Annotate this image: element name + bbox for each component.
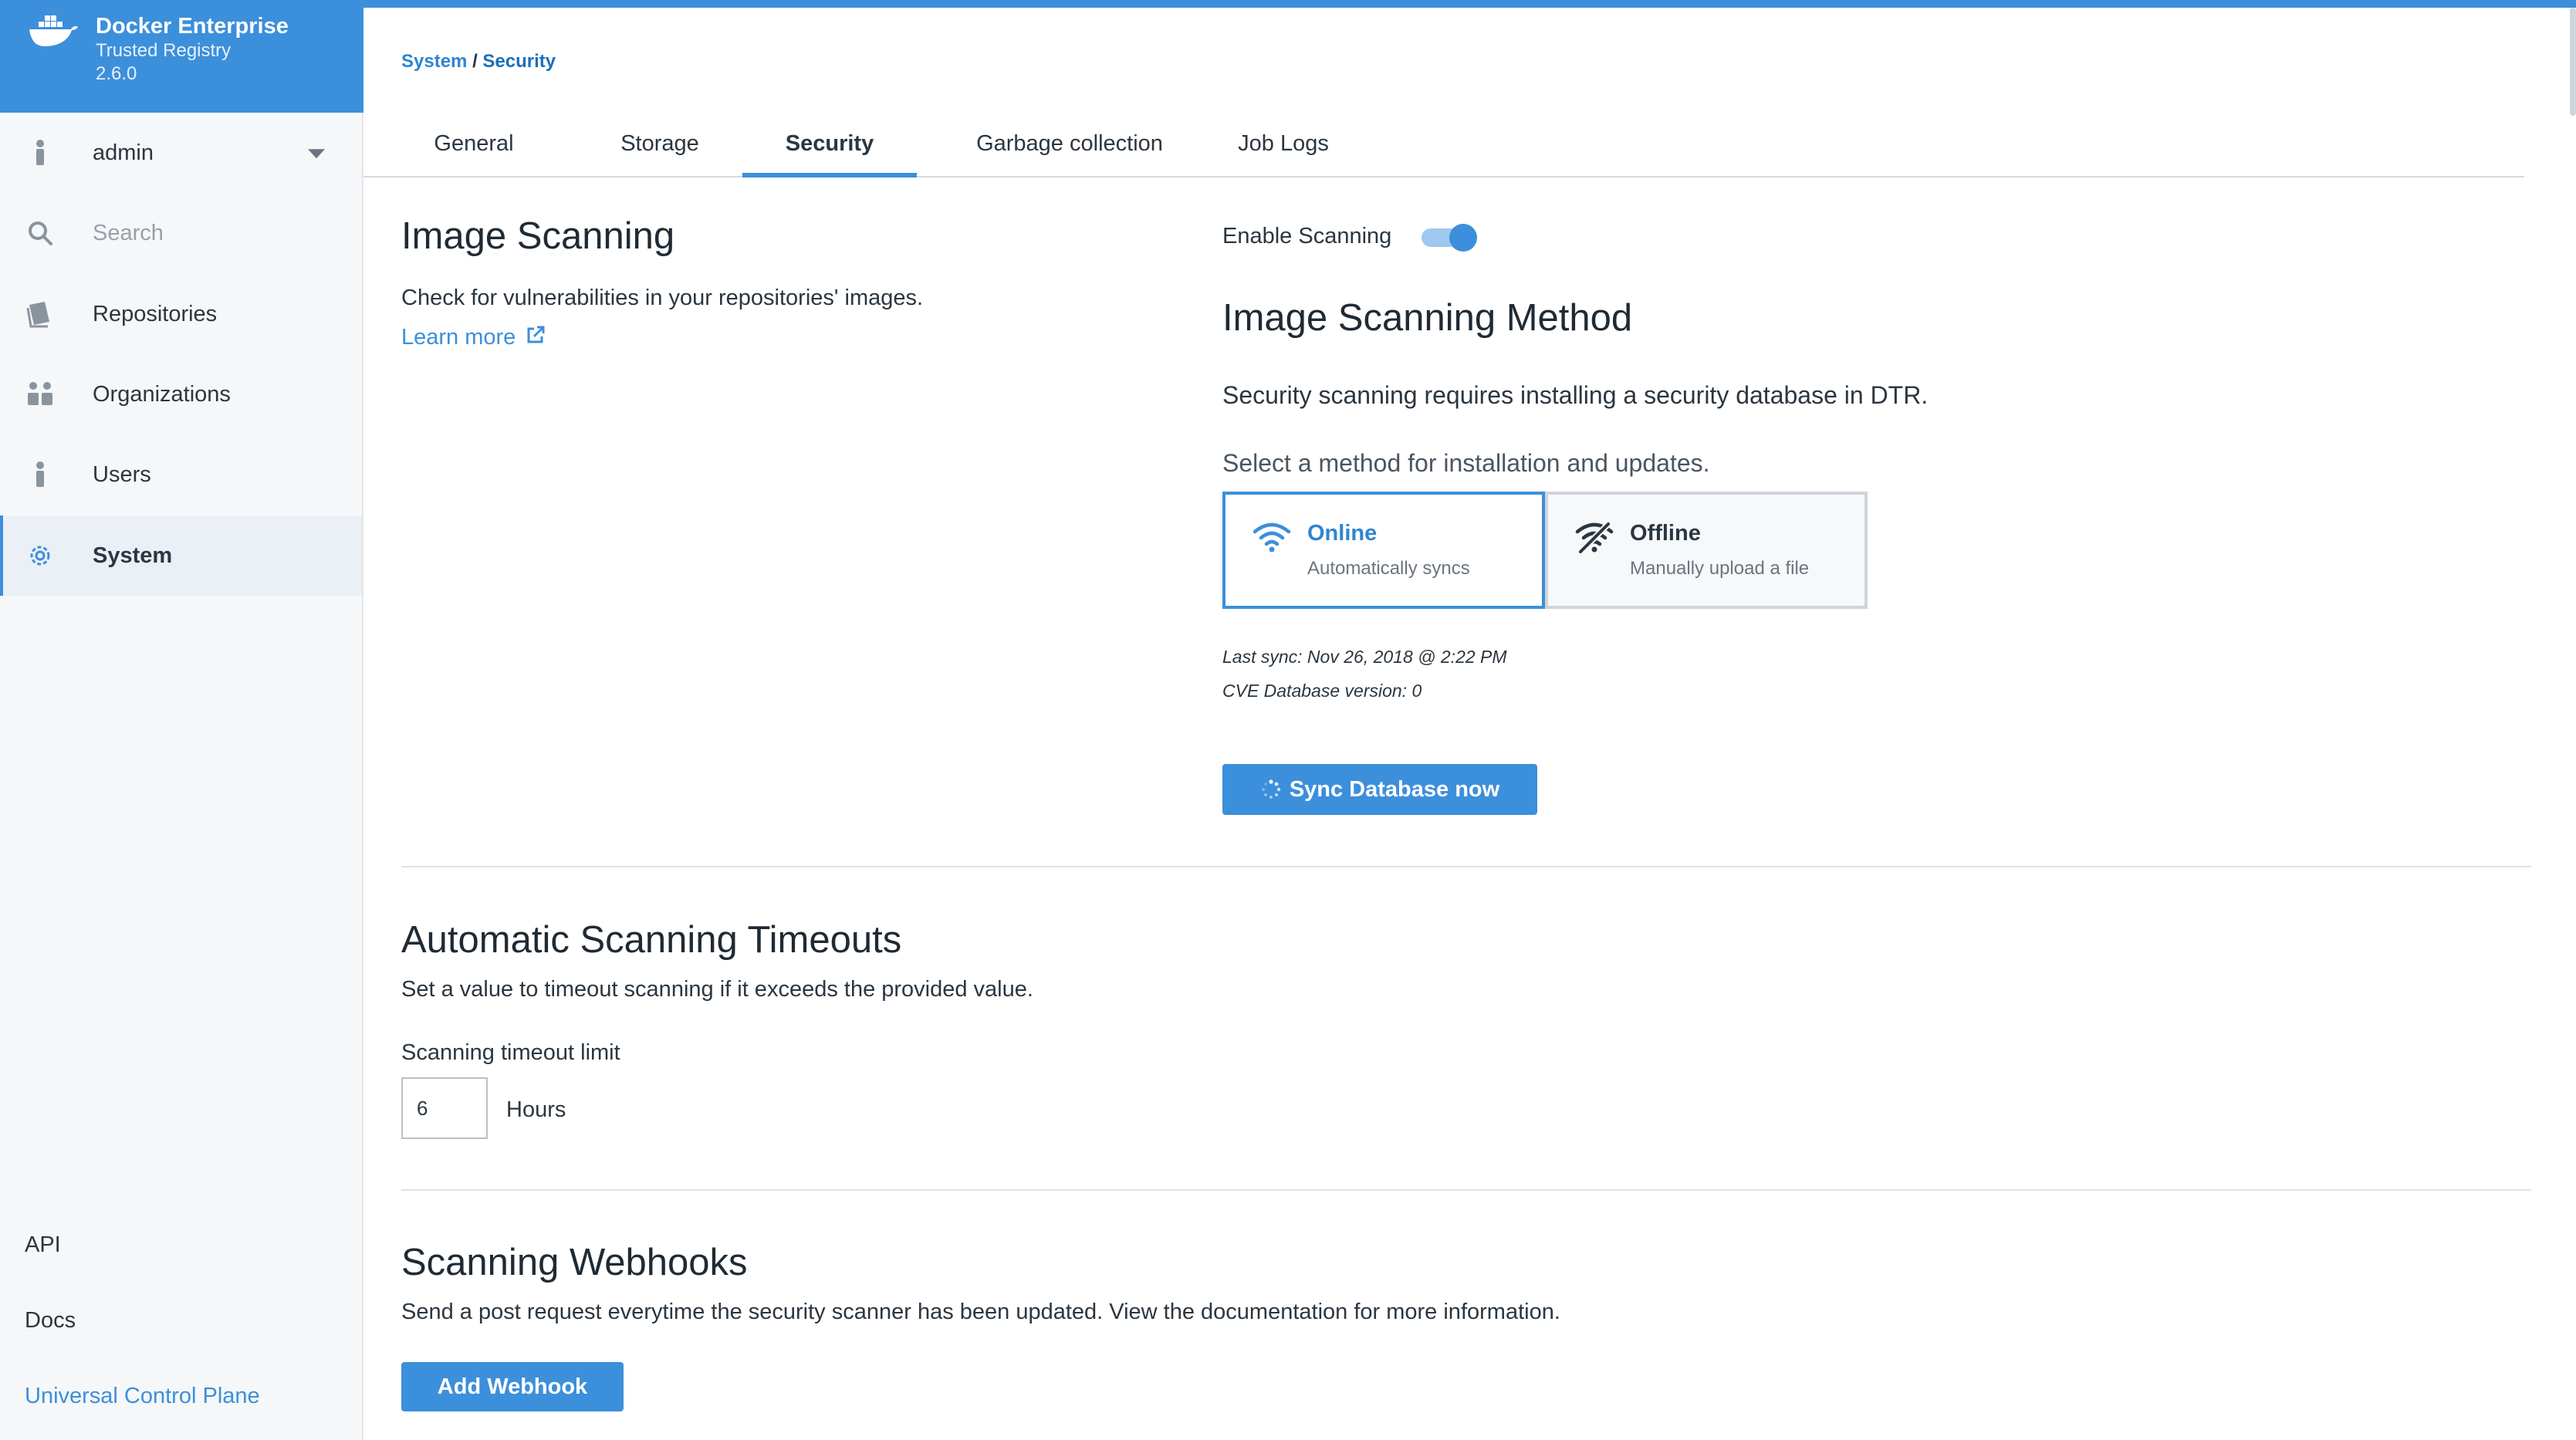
tab-storage[interactable]: Storage [604,116,715,177]
method-offline-card[interactable]: Offline Manually upload a file [1545,492,1868,609]
top-accent-bar [363,0,2576,8]
repositories-icon [23,297,57,331]
breadcrumb-parent[interactable]: System [401,51,467,72]
tab-garbage-collection[interactable]: Garbage collection [950,116,1189,177]
webhooks-description: Send a post request everytime the securi… [401,1300,1560,1324]
image-scanning-title: Image Scanning [401,215,675,257]
toggle-knob [1449,224,1477,252]
brand-subtitle: Trusted Registry [96,40,232,61]
chevron-down-icon [308,149,325,159]
settings-tabs: General Storage Security Garbage collect… [363,116,2524,177]
user-menu[interactable]: admin [0,113,362,193]
sidebar-item-repositories[interactable]: Repositories [0,274,362,354]
enable-scanning-label: Enable Scanning [1222,224,1392,248]
sidebar-item-label: Organizations [93,381,231,407]
timeout-unit-label: Hours [506,1097,566,1122]
docker-whale-icon [29,15,78,46]
timeouts-title: Automatic Scanning Timeouts [401,919,902,961]
scanning-method-description: Security scanning requires installing a … [1222,381,1929,409]
organizations-icon [23,377,57,411]
sidebar-item-label: Repositories [93,301,218,326]
brand-header[interactable]: Docker Enterprise Trusted Registry 2.6.0 [0,0,363,113]
add-webhook-button[interactable]: Add Webhook [401,1362,624,1411]
spinner-icon [1262,779,1281,799]
external-link-icon [527,326,545,343]
method-offline-subtitle: Manually upload a file [1630,558,1810,579]
enable-scanning-toggle[interactable] [1422,224,1477,252]
cve-version-text: CVE Database version: 0 [1222,681,1422,701]
sidebar-item-label: Users [93,461,151,487]
tab-general[interactable]: General [425,116,522,177]
gear-icon [23,539,57,573]
section-divider [401,1189,2531,1191]
last-sync-text: Last sync: Nov 26, 2018 @ 2:22 PM [1222,647,1507,667]
user-icon [23,136,57,170]
breadcrumb-current: Security [482,51,556,72]
method-online-card[interactable]: Online Automatically syncs [1222,492,1545,609]
scanning-method-title: Image Scanning Method [1222,297,1633,339]
select-method-prompt: Select a method for installation and upd… [1222,449,1710,477]
method-offline-title: Offline [1630,521,1701,546]
method-online-subtitle: Automatically syncs [1307,558,1470,579]
sync-database-button[interactable]: Sync Database now [1222,764,1537,815]
image-scanning-description: Check for vulnerabilities in your reposi… [401,286,924,310]
webhooks-title: Scanning Webhooks [401,1242,748,1283]
breadcrumb-separator: / [472,51,478,72]
brand-version: 2.6.0 [96,63,137,84]
vertical-scrollbar[interactable] [2570,8,2576,116]
tab-security[interactable]: Security [742,116,917,177]
sidebar-search[interactable]: Search [0,193,362,273]
sidebar-item-label: System [93,543,173,568]
learn-more-link[interactable]: Learn more [401,324,546,350]
learn-more-label: Learn more [401,325,516,350]
wifi-off-icon [1575,522,1614,554]
tab-job-logs[interactable]: Job Logs [1222,116,1345,177]
method-online-title: Online [1307,521,1378,546]
sidebar: Docker Enterprise Trusted Registry 2.6.0… [0,0,363,1440]
sync-database-label: Sync Database now [1289,776,1500,802]
sidebar-item-organizations[interactable]: Organizations [0,354,362,434]
timeout-input[interactable] [401,1077,488,1139]
user-icon [23,458,57,492]
breadcrumb: System / Security [401,51,556,73]
timeouts-description: Set a value to timeout scanning if it ex… [401,977,1033,1002]
ucp-link[interactable]: Universal Control Plane [25,1384,260,1409]
docs-link[interactable]: Docs [25,1308,76,1334]
search-input[interactable]: Search [93,221,164,246]
sidebar-item-users[interactable]: Users [0,434,362,515]
api-link[interactable]: API [25,1232,61,1258]
timeout-field-label: Scanning timeout limit [401,1040,620,1065]
sidebar-item-system[interactable]: System [0,515,362,596]
brand-title: Docker Enterprise [96,14,289,39]
user-name: admin [93,140,154,165]
search-icon [23,216,57,250]
section-divider [401,866,2531,867]
wifi-icon [1253,522,1291,553]
